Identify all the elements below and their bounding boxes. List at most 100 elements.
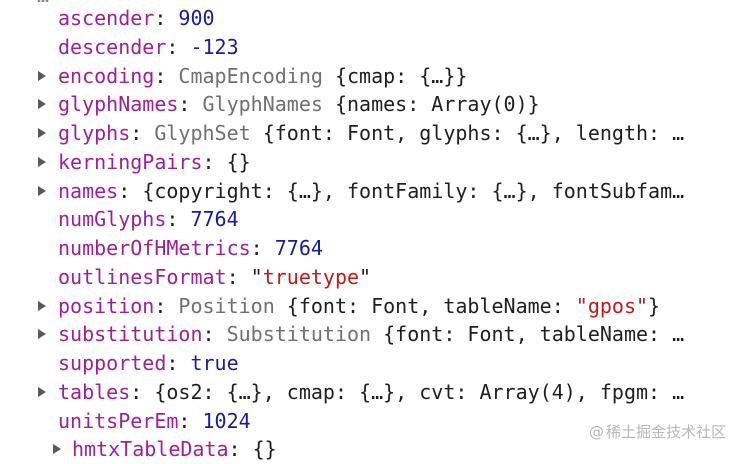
property-content: encoding: CmapEncoding {cmap: {…}}: [58, 62, 467, 91]
property-colon: :: [178, 408, 203, 433]
property-content: tables: {os2: {…}, cmap: {…}, cvt: Array…: [58, 378, 684, 407]
property-key: numGlyphs: [58, 207, 167, 232]
property-content: outlinesFormat: "truetype": [58, 263, 371, 292]
property-key: kerningPairs: [58, 149, 203, 174]
property-row-glyphNames[interactable]: glyphNames: GlyphNames {names: Array(0)}: [0, 90, 738, 119]
expand-triangle-icon[interactable]: [38, 185, 46, 196]
property-value-part: }: [648, 293, 661, 318]
property-row-position[interactable]: position: Position {font: Font, tableNam…: [0, 292, 738, 321]
property-value-part: {}: [252, 437, 277, 462]
property-row-outlinesFormat: outlinesFormat: "truetype": [0, 263, 738, 292]
expand-triangle-icon[interactable]: [38, 128, 46, 138]
property-content: kerningPairs: {}: [58, 148, 251, 177]
property-value-part: {names: Array(0)}: [334, 92, 540, 117]
property-content: hmtxTableData: {}: [72, 435, 277, 464]
property-row-kerningPairs[interactable]: kerningPairs: {}: [0, 148, 738, 177]
property-colon: :: [166, 207, 191, 232]
property-row-numberOfHMetrics: numberOfHMetrics: 7764: [0, 234, 738, 263]
property-colon: :: [178, 92, 203, 117]
property-key: numberOfHMetrics: [58, 236, 251, 260]
property-colon: :: [166, 351, 191, 375]
property-row-glyphs[interactable]: glyphs: GlyphSet {font: Font, glyphs: {……: [0, 119, 738, 148]
expand-triangle-icon[interactable]: [53, 444, 61, 455]
property-row-numGlyphs: numGlyphs: 7764: [0, 205, 738, 234]
property-colon: :: [250, 236, 275, 260]
property-row-tables[interactable]: tables: {os2: {…}, cmap: {…}, cvt: Array…: [0, 378, 738, 407]
property-key: outlinesFormat: [58, 264, 227, 289]
property-row-names[interactable]: names: {copyright: {…}, fontFamily: {…},…: [0, 177, 738, 206]
property-content: names: {copyright: {…}, fontFamily: {…},…: [58, 177, 684, 206]
property-value-part: GlyphNames: [202, 92, 335, 117]
watermark: @ 稀土掘金技术社区: [589, 421, 726, 442]
property-key: ascender: [58, 6, 155, 30]
watermark-text: 稀土掘金技术社区: [605, 423, 726, 441]
expand-triangle-icon[interactable]: [38, 99, 46, 110]
property-value-part: {copyright: {…}, fontFamily: {…}, fontSu…: [142, 178, 685, 203]
property-content: supported: true: [58, 349, 239, 378]
property-content: unitsPerEm: 1024: [58, 407, 251, 436]
property-value-part: Substitution: [226, 322, 384, 347]
property-value-part: 7764: [190, 207, 239, 232]
expand-triangle-icon[interactable]: [38, 300, 46, 311]
property-key: glyphNames: [58, 92, 179, 117]
property-value-part: {font: Font, glyphs: {…}, length: …: [262, 121, 685, 145]
property-content: numGlyphs: 7764: [58, 205, 239, 234]
property-key: descender: [58, 34, 167, 59]
property-content: position: Position {font: Font, tableNam…: [58, 292, 660, 321]
property-row-supported: supported: true: [0, 349, 738, 378]
property-colon: :: [228, 437, 253, 462]
property-value-part: "gpos": [575, 293, 649, 318]
property-colon: :: [118, 178, 143, 203]
property-value-part: {}: [226, 149, 251, 174]
property-colon: :: [166, 34, 191, 59]
property-colon: :: [130, 121, 155, 145]
property-key: substitution: [58, 322, 203, 347]
expand-triangle-icon[interactable]: [38, 156, 46, 167]
property-row-ascender: ascender: 900: [0, 4, 738, 33]
property-value-part: {cmap: {…}}: [334, 63, 468, 88]
property-content: glyphNames: GlyphNames {names: Array(0)}: [58, 90, 540, 119]
expand-triangle-icon[interactable]: [38, 70, 46, 81]
property-key: hmtxTableData: [72, 437, 229, 462]
watermark-at: @: [588, 423, 604, 441]
property-value-part: Position: [178, 293, 287, 318]
property-key: tables: [58, 379, 131, 404]
expand-triangle-icon[interactable]: [38, 329, 46, 340]
property-row-descender: descender: -123: [0, 33, 738, 62]
property-value-part: ": [359, 264, 372, 289]
property-key: position: [58, 293, 155, 318]
console-object-view: … ascender: 900descender: -123encoding: …: [0, 0, 738, 461]
property-value-part: ": [250, 264, 263, 289]
property-row-encoding[interactable]: encoding: CmapEncoding {cmap: {…}}: [0, 62, 738, 91]
property-colon: :: [202, 322, 227, 347]
property-value-part: {font: Font, tableName: …: [383, 322, 685, 347]
property-value-part: CmapEncoding: [178, 63, 335, 88]
property-value-part: 900: [178, 6, 215, 30]
property-colon: :: [154, 293, 179, 318]
property-colon: :: [226, 264, 251, 289]
property-value-part: 7764: [274, 236, 323, 260]
property-colon: :: [202, 149, 227, 174]
property-key: unitsPerEm: [58, 408, 179, 433]
property-value-part: {os2: {…}, cmap: {…}, cvt: Array(4), fpg…: [154, 379, 685, 404]
property-content: ascender: 900: [58, 4, 215, 33]
property-content: substitution: Substitution {font: Font, …: [58, 320, 684, 349]
property-content: descender: -123: [58, 33, 239, 62]
property-value-part: -123: [190, 34, 239, 59]
property-key: supported: [58, 351, 167, 375]
property-colon: :: [154, 6, 179, 30]
property-key: names: [58, 178, 119, 203]
property-content: glyphs: GlyphSet {font: Font, glyphs: {……: [58, 119, 684, 148]
property-colon: :: [154, 63, 179, 88]
expand-triangle-icon[interactable]: [38, 386, 46, 397]
property-value-part: true: [190, 351, 239, 375]
property-content: numberOfHMetrics: 7764: [58, 234, 323, 263]
property-row-substitution[interactable]: substitution: Substitution {font: Font, …: [0, 320, 738, 349]
property-colon: :: [130, 379, 155, 404]
property-value-part: {font: Font, tableName:: [286, 293, 576, 318]
property-key: encoding: [58, 63, 155, 88]
property-key: glyphs: [58, 121, 131, 145]
property-value-part: GlyphSet: [154, 121, 263, 145]
property-value-part: 1024: [202, 408, 251, 433]
property-value-part: truetype: [262, 264, 360, 289]
